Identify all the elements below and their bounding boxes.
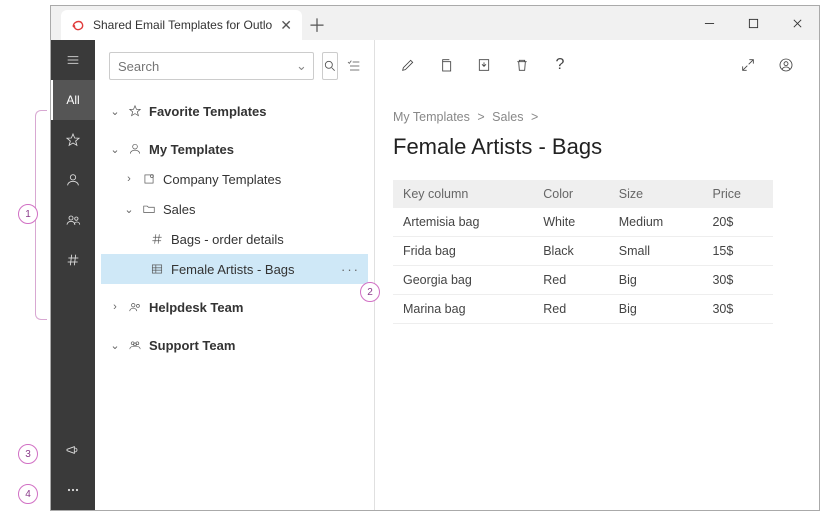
menu-button[interactable]: [51, 40, 95, 80]
filter-button[interactable]: [346, 52, 362, 80]
tree-sales[interactable]: ⌄ Sales: [101, 194, 368, 224]
search-icon: [323, 59, 337, 73]
rail-hashtag[interactable]: [51, 240, 95, 280]
star-icon: [65, 132, 81, 148]
checklist-icon: [346, 58, 362, 74]
rail-all[interactable]: All: [51, 80, 95, 120]
chevron-down-icon[interactable]: ⌄: [296, 58, 307, 74]
tree-label: Company Templates: [163, 172, 281, 187]
browser-tab[interactable]: Shared Email Templates for Outlo ✕: [61, 10, 302, 40]
callout-2: 2: [360, 282, 380, 302]
tree-company-templates[interactable]: › Company Templates: [101, 164, 368, 194]
tree-label: Bags - order details: [171, 232, 284, 247]
tree-label: Favorite Templates: [149, 104, 267, 119]
chevron-down-icon: ⌄: [123, 203, 135, 216]
delete-button[interactable]: [507, 50, 537, 80]
people-icon: [127, 337, 143, 353]
table-row[interactable]: Georgia bagRedBig30$: [393, 266, 773, 295]
people-icon: [127, 299, 143, 315]
template-tree: ⌄ Favorite Templates ⌄ My Templates › Co…: [101, 96, 368, 360]
account-icon: [778, 57, 794, 73]
rail-teams[interactable]: [51, 200, 95, 240]
chevron-right-icon: ›: [123, 173, 135, 185]
megaphone-icon: [65, 442, 81, 458]
callout-4: 4: [18, 484, 38, 504]
breadcrumb-sep: >: [531, 110, 538, 124]
tree-label: Support Team: [149, 338, 235, 353]
app-favicon-icon: [71, 18, 85, 32]
breadcrumb-item[interactable]: Sales: [492, 110, 523, 124]
chevron-right-icon: ›: [109, 301, 121, 313]
expand-icon: [740, 57, 756, 73]
trash-icon: [514, 57, 530, 73]
copy-button[interactable]: [431, 50, 461, 80]
tab-title: Shared Email Templates for Outlo: [93, 18, 272, 32]
callout-3: 3: [18, 444, 38, 464]
chevron-down-icon: ⌄: [109, 339, 121, 352]
search-button[interactable]: [322, 52, 338, 80]
dataset-icon: [149, 261, 165, 277]
rail-favorites[interactable]: [51, 120, 95, 160]
rail-announce[interactable]: [51, 430, 95, 470]
titlebar: Shared Email Templates for Outlo ✕ ＋: [51, 6, 819, 40]
table-row[interactable]: Artemisia bagWhiteMedium20$: [393, 208, 773, 237]
callout-1: 1: [18, 204, 38, 224]
copy-icon: [438, 57, 454, 73]
left-panel: ⌄ ⌄ Favorite Templates ⌄ My T: [95, 40, 375, 510]
rail-more[interactable]: [51, 470, 95, 510]
col-key: Key column: [393, 180, 533, 208]
expand-button[interactable]: [733, 50, 763, 80]
tree-label: Sales: [163, 202, 196, 217]
import-button[interactable]: [469, 50, 499, 80]
nav-rail: All: [51, 40, 95, 510]
col-price: Price: [702, 180, 773, 208]
search-box[interactable]: ⌄: [109, 52, 314, 80]
chevron-down-icon: ⌄: [109, 105, 121, 118]
tree-label: Female Artists - Bags: [171, 262, 295, 277]
item-more-button[interactable]: ···: [341, 262, 360, 277]
window-maximize-button[interactable]: [731, 6, 775, 40]
page-title: Female Artists - Bags: [393, 134, 801, 160]
hash-icon: [149, 231, 165, 247]
people-icon: [65, 212, 81, 228]
tree-bags-order-details[interactable]: Bags - order details: [101, 224, 368, 254]
breadcrumb-sep: >: [477, 110, 484, 124]
new-tab-button[interactable]: ＋: [302, 10, 332, 40]
help-button[interactable]: ?: [545, 50, 575, 80]
tree-my-templates[interactable]: ⌄ My Templates: [101, 134, 368, 164]
person-icon: [65, 172, 81, 188]
tree-helpdesk-team[interactable]: › Helpdesk Team: [101, 292, 368, 322]
tree-label: Helpdesk Team: [149, 300, 243, 315]
col-size: Size: [609, 180, 703, 208]
rail-my[interactable]: [51, 160, 95, 200]
star-icon: [127, 103, 143, 119]
tree-label: My Templates: [149, 142, 234, 157]
hash-icon: [65, 252, 81, 268]
folder-icon: [141, 201, 157, 217]
browser-window: Shared Email Templates for Outlo ✕ ＋ All: [50, 5, 820, 511]
person-icon: [127, 141, 143, 157]
chevron-down-icon: ⌄: [109, 143, 121, 156]
account-button[interactable]: [771, 50, 801, 80]
content-toolbar: ?: [393, 48, 801, 82]
tree-female-artists-bags[interactable]: Female Artists - Bags ···: [101, 254, 368, 284]
window-minimize-button[interactable]: [687, 6, 731, 40]
tree-support-team[interactable]: ⌄ Support Team: [101, 330, 368, 360]
table-row[interactable]: Frida bagBlackSmall15$: [393, 237, 773, 266]
breadcrumb: My Templates > Sales >: [393, 110, 801, 124]
tree-favorite-templates[interactable]: ⌄ Favorite Templates: [101, 96, 368, 126]
search-input[interactable]: [116, 58, 296, 75]
import-icon: [476, 57, 492, 73]
breadcrumb-item[interactable]: My Templates: [393, 110, 470, 124]
more-horizontal-icon: [65, 482, 81, 498]
pencil-icon: [400, 57, 416, 73]
company-icon: [141, 171, 157, 187]
edit-button[interactable]: [393, 50, 423, 80]
window-close-button[interactable]: [775, 6, 819, 40]
data-table: Key column Color Size Price Artemisia ba…: [393, 180, 773, 324]
col-color: Color: [533, 180, 609, 208]
content-panel: ? My Templates > Sales > Female Artists …: [375, 40, 819, 510]
table-row[interactable]: Marina bagRedBig30$: [393, 295, 773, 324]
tab-close-icon[interactable]: ✕: [280, 17, 292, 34]
